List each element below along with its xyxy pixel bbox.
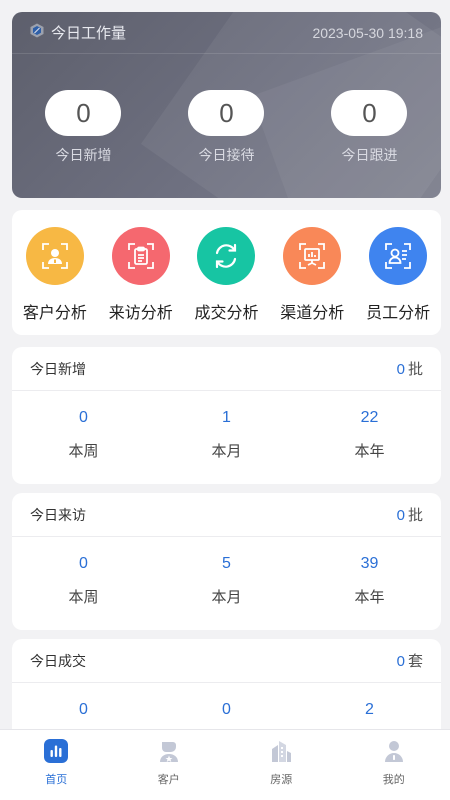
tab-home[interactable]: 首页 bbox=[0, 730, 113, 800]
tab-label: 客户 bbox=[157, 774, 180, 786]
card-total-unit: 批 bbox=[407, 361, 423, 378]
metric-value: 0 bbox=[222, 701, 231, 718]
card-metrics: 0 本周 5 本月 39 本年 bbox=[12, 537, 441, 607]
stat-label: 今日跟进 bbox=[341, 147, 398, 163]
tab-property[interactable]: 房源 bbox=[225, 730, 338, 800]
shortcut-label: 成交分析 bbox=[194, 305, 259, 322]
metric-value: 39 bbox=[360, 555, 379, 572]
visit-analysis-button[interactable]: 来访分析 bbox=[98, 210, 184, 335]
metric-value: 0 bbox=[79, 555, 88, 572]
metric-value: 22 bbox=[360, 409, 379, 426]
metric-year: 39 本年 bbox=[298, 555, 441, 607]
profile-icon bbox=[382, 739, 406, 768]
hexagon-icon bbox=[30, 23, 44, 43]
workload-title: 今日工作量 bbox=[51, 25, 127, 42]
card-total-unit: 套 bbox=[407, 653, 423, 670]
metric-month: 5 本月 bbox=[155, 555, 298, 607]
metric-month: 1 本月 bbox=[155, 409, 298, 461]
metric-label: 本年 bbox=[354, 589, 385, 606]
channel-analysis-icon bbox=[283, 227, 342, 285]
visit-analysis-icon bbox=[111, 227, 170, 285]
stat-label: 今日新增 bbox=[55, 147, 112, 163]
card-title: 今日新增 bbox=[30, 360, 86, 377]
today-new-card[interactable]: 今日新增 0批 0 本周 1 本月 22 本年 bbox=[12, 347, 441, 484]
metric-value: 2 bbox=[365, 701, 374, 718]
metric-week: 0 本周 bbox=[12, 409, 155, 461]
metric-label: 本周 bbox=[68, 589, 99, 606]
metric-value: 0 bbox=[79, 409, 88, 426]
stat-today-new[interactable]: 0 今日新增 bbox=[12, 90, 155, 165]
metric-year: 22 本年 bbox=[298, 409, 441, 461]
stat-today-followup[interactable]: 0 今日跟进 bbox=[298, 90, 441, 165]
tab-label: 首页 bbox=[45, 774, 68, 786]
app-screen: 今日工作量 2023-05-30 19:18 0 今日新增 0 今日接待 0 今… bbox=[0, 0, 450, 800]
shortcut-label: 客户分析 bbox=[22, 305, 87, 322]
customer-analysis-icon bbox=[25, 227, 84, 285]
shortcut-label: 员工分析 bbox=[366, 305, 431, 322]
metric-value: 5 bbox=[222, 555, 231, 572]
today-workload-card: 今日工作量 2023-05-30 19:18 0 今日新增 0 今日接待 0 今… bbox=[12, 12, 441, 198]
metric-label: 本月 bbox=[211, 443, 242, 460]
bottom-tab-bar: 首页 客户 房源 我的 bbox=[0, 729, 450, 800]
today-visit-card[interactable]: 今日来访 0批 0 本周 5 本月 39 本年 bbox=[12, 493, 441, 630]
stat-value-pill: 0 bbox=[45, 90, 122, 136]
stat-today-reception[interactable]: 0 今日接待 bbox=[155, 90, 298, 165]
tab-mine[interactable]: 我的 bbox=[338, 730, 450, 800]
card-title: 今日来访 bbox=[30, 506, 86, 523]
workload-stats: 0 今日新增 0 今日接待 0 今日跟进 bbox=[12, 90, 441, 165]
shortcut-label: 渠道分析 bbox=[280, 305, 345, 322]
tab-label: 房源 bbox=[270, 774, 293, 786]
customer-icon bbox=[157, 739, 181, 768]
deal-analysis-icon bbox=[197, 227, 256, 285]
staff-analysis-icon bbox=[369, 227, 428, 285]
card-total: 0批 bbox=[397, 358, 423, 379]
card-total-unit: 批 bbox=[407, 507, 423, 524]
stat-label: 今日接待 bbox=[198, 147, 255, 163]
metric-label: 本月 bbox=[211, 589, 242, 606]
deal-analysis-button[interactable]: 成交分析 bbox=[184, 210, 270, 335]
card-header: 今日来访 0批 bbox=[12, 493, 441, 537]
customer-analysis-button[interactable]: 客户分析 bbox=[12, 210, 98, 335]
metric-label: 本周 bbox=[68, 443, 99, 460]
workload-datetime: 2023-05-30 19:18 bbox=[312, 24, 423, 41]
metric-week: 0 本周 bbox=[12, 555, 155, 607]
card-metrics: 0 本周 1 本月 22 本年 bbox=[12, 391, 441, 461]
workload-title-wrap: 今日工作量 bbox=[30, 22, 126, 43]
stat-value-pill: 0 bbox=[188, 90, 265, 136]
home-chart-icon bbox=[44, 739, 69, 768]
card-total: 0套 bbox=[397, 650, 423, 671]
staff-analysis-button[interactable]: 员工分析 bbox=[355, 210, 441, 335]
card-total-value: 0 bbox=[396, 507, 405, 524]
tab-label: 我的 bbox=[382, 774, 405, 786]
card-total-value: 0 bbox=[396, 653, 405, 670]
card-header: 今日新增 0批 bbox=[12, 347, 441, 391]
card-total-value: 0 bbox=[396, 361, 405, 378]
building-icon bbox=[269, 739, 293, 768]
shortcut-label: 来访分析 bbox=[108, 305, 173, 322]
card-total: 0批 bbox=[397, 504, 423, 525]
metric-label: 本年 bbox=[354, 443, 385, 460]
analysis-shortcuts: 客户分析 来访分析 成交分析 渠道分析 员工分析 bbox=[12, 210, 441, 335]
stat-value-pill: 0 bbox=[331, 90, 408, 136]
channel-analysis-button[interactable]: 渠道分析 bbox=[269, 210, 355, 335]
workload-header: 今日工作量 2023-05-30 19:18 bbox=[12, 12, 441, 54]
metric-value: 0 bbox=[79, 701, 88, 718]
metric-value: 1 bbox=[222, 409, 231, 426]
tab-customer[interactable]: 客户 bbox=[113, 730, 226, 800]
card-title: 今日成交 bbox=[30, 652, 86, 669]
card-header: 今日成交 0套 bbox=[12, 639, 441, 683]
